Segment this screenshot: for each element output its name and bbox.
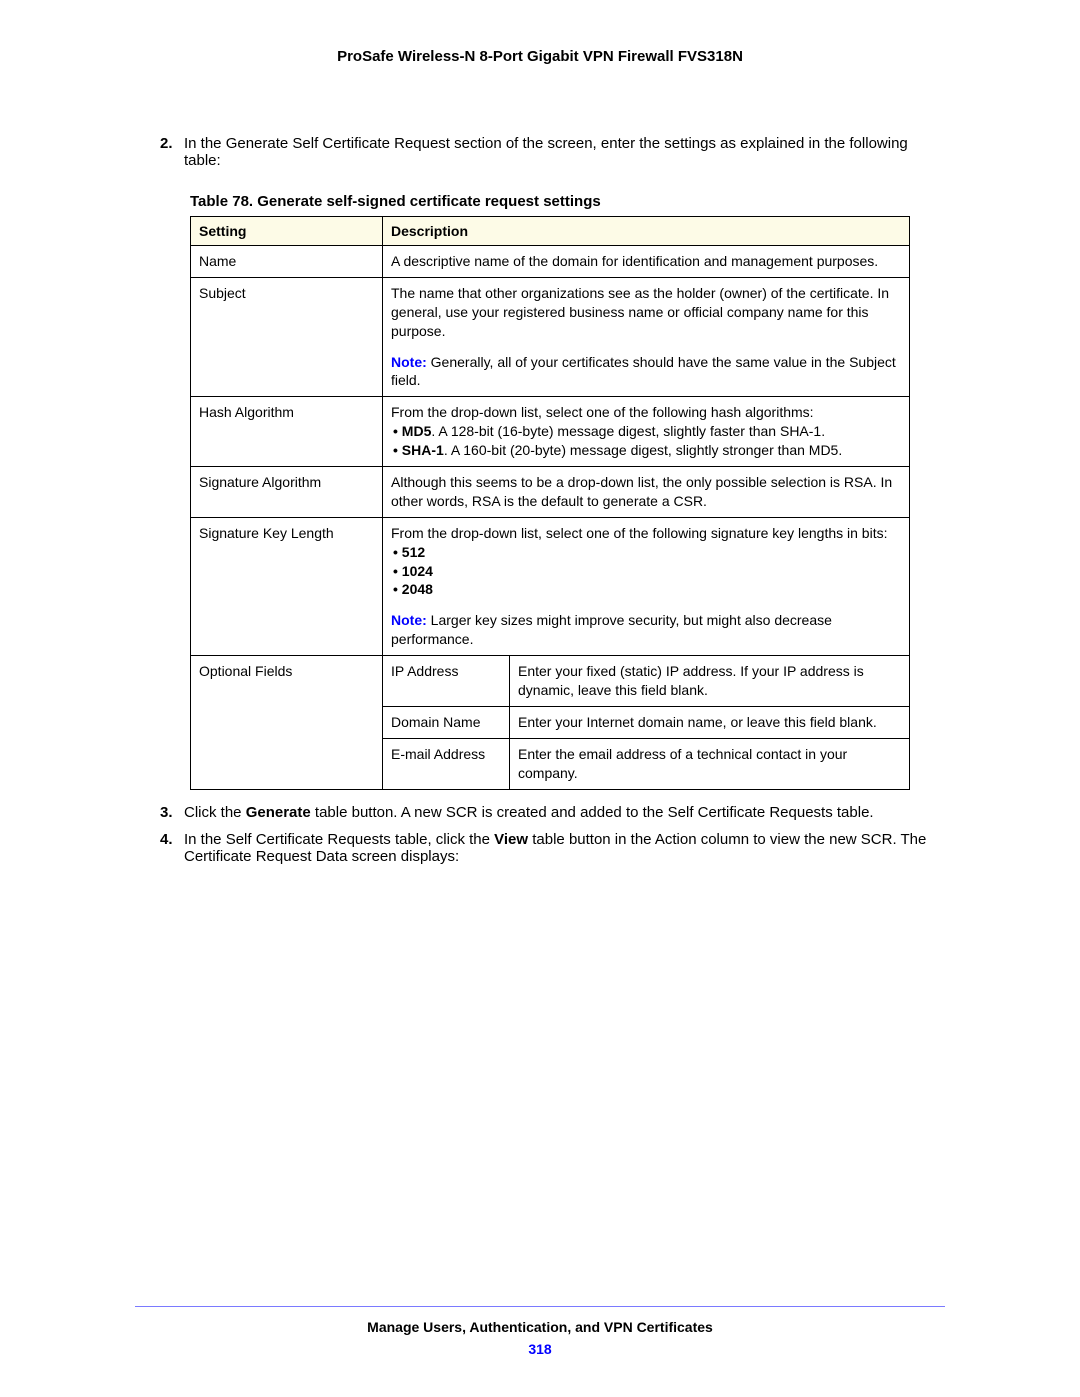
setting-cell: Hash Algorithm xyxy=(191,397,383,467)
subfield-desc: Enter your fixed (static) IP address. If… xyxy=(510,656,910,707)
bullet-item: • 2048 xyxy=(391,581,433,597)
note-label: Note: xyxy=(391,354,427,370)
settings-table: Setting Description Name A descriptive n… xyxy=(190,216,910,790)
bullet-item: • SHA-1. A 160-bit (20-byte) message dig… xyxy=(391,442,842,458)
table-row: Hash Algorithm From the drop-down list, … xyxy=(191,397,910,467)
setting-cell: Signature Algorithm xyxy=(191,467,383,518)
bullet-item: • 512 xyxy=(391,544,425,560)
desc-cell: Although this seems to be a drop-down li… xyxy=(383,467,910,518)
step-number: 2. xyxy=(160,135,184,169)
setting-cell: Name xyxy=(191,246,383,278)
hash-intro: From the drop-down list, select one of t… xyxy=(391,404,814,420)
step-number: 4. xyxy=(160,831,184,865)
subfield-label: E-mail Address xyxy=(383,738,510,789)
document-page: ProSafe Wireless-N 8-Port Gigabit VPN Fi… xyxy=(0,0,1080,1397)
step-text: In the Generate Self Certificate Request… xyxy=(184,135,945,169)
subfield-desc: Enter your Internet domain name, or leav… xyxy=(510,706,910,738)
keylen-intro: From the drop-down list, select one of t… xyxy=(391,525,887,541)
note-text: Larger key sizes might improve security,… xyxy=(391,612,832,647)
setting-cell: Signature Key Length xyxy=(191,517,383,655)
page-content: 2. In the Generate Self Certificate Requ… xyxy=(135,135,945,865)
product-header: ProSafe Wireless-N 8-Port Gigabit VPN Fi… xyxy=(135,48,945,65)
table-row: Signature Key Length From the drop-down … xyxy=(191,517,910,655)
step-3: 3. Click the Generate table button. A ne… xyxy=(160,804,945,821)
table-row: Optional Fields IP Address Enter your fi… xyxy=(191,656,910,707)
desc-cell: The name that other organizations see as… xyxy=(383,277,910,396)
step-2: 2. In the Generate Self Certificate Requ… xyxy=(160,135,945,169)
note-label: Note: xyxy=(391,612,427,628)
footer-section-title: Manage Users, Authentication, and VPN Ce… xyxy=(135,1319,945,1335)
subfield-desc: Enter the email address of a technical c… xyxy=(510,738,910,789)
col-desc-header: Description xyxy=(383,217,910,246)
subfield-label: Domain Name xyxy=(383,706,510,738)
note-text: Generally, all of your certificates shou… xyxy=(391,354,896,389)
setting-cell: Subject xyxy=(191,277,383,396)
step-number: 3. xyxy=(160,804,184,821)
table-row: Signature Algorithm Although this seems … xyxy=(191,467,910,518)
table-row: Name A descriptive name of the domain fo… xyxy=(191,246,910,278)
step-4: 4. In the Self Certificate Requests tabl… xyxy=(160,831,945,865)
step-text: In the Self Certificate Requests table, … xyxy=(184,831,945,865)
table-row: Subject The name that other organization… xyxy=(191,277,910,396)
desc-cell: A descriptive name of the domain for ide… xyxy=(383,246,910,278)
footer-rule xyxy=(135,1306,945,1307)
bullet-item: • 1024 xyxy=(391,563,433,579)
col-setting-header: Setting xyxy=(191,217,383,246)
table-caption: Table 78. Generate self-signed certifica… xyxy=(190,193,945,210)
setting-cell: Optional Fields xyxy=(191,656,383,789)
desc-cell: From the drop-down list, select one of t… xyxy=(383,397,910,467)
bullet-item: • MD5. A 128-bit (16-byte) message diges… xyxy=(391,423,825,439)
table-header-row: Setting Description xyxy=(191,217,910,246)
page-number: 318 xyxy=(135,1341,945,1357)
subject-para: The name that other organizations see as… xyxy=(391,285,889,339)
page-footer: Manage Users, Authentication, and VPN Ce… xyxy=(135,1306,945,1357)
subfield-label: IP Address xyxy=(383,656,510,707)
step-text: Click the Generate table button. A new S… xyxy=(184,804,945,821)
desc-cell: From the drop-down list, select one of t… xyxy=(383,517,910,655)
